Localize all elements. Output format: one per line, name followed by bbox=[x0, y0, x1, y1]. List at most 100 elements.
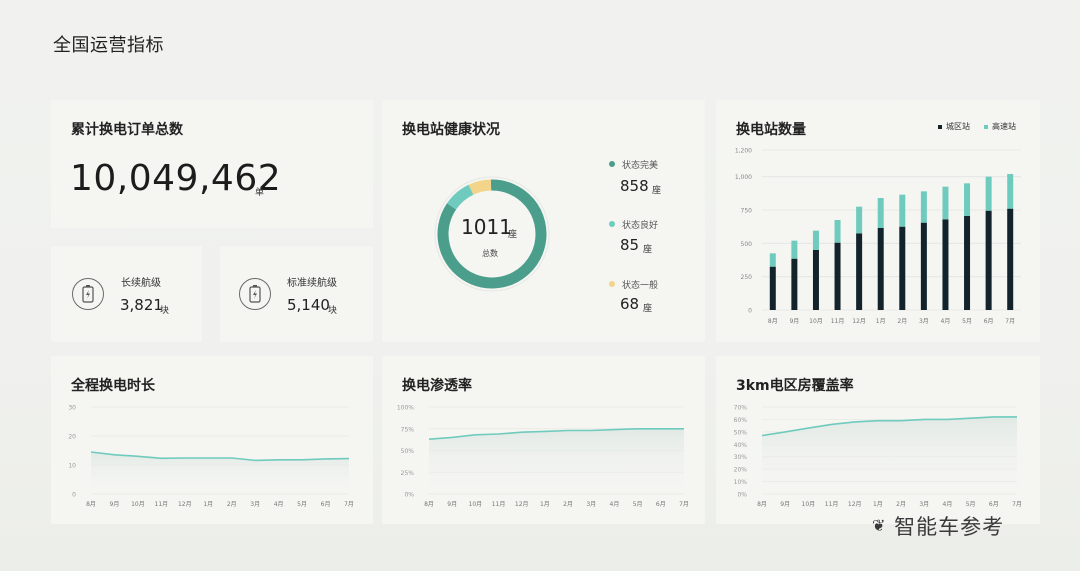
legend-dot-perfect bbox=[609, 161, 615, 167]
health-card: 换电站健康状况 1011 座 总数 状态完美 858 座 状态良好 85 座 状… bbox=[382, 100, 705, 342]
bar-segment bbox=[920, 191, 927, 223]
x-tick-label: 3月 bbox=[586, 501, 596, 508]
donut-center-subtitle: 总数 bbox=[482, 249, 498, 258]
y-tick-label: 30 bbox=[68, 405, 76, 412]
bar-segment bbox=[942, 186, 949, 220]
duration-card: 全程换电时长 0 10 20 30 8月 9月 10月 11月 12月 1月 2月 3月 4月 5月 6月 7… bbox=[51, 356, 373, 524]
duration-line-chart: 0 10 20 30 8月 9月 10月 11月 12月 1月 2月 3月 4月 5月 6月 7月 bbox=[68, 405, 354, 509]
legend-dot-average bbox=[609, 281, 615, 287]
legend-label-good: 状态良好 bbox=[622, 221, 659, 231]
long-range-label: 长续航级 bbox=[121, 278, 161, 289]
x-tick-label: 6月 bbox=[989, 501, 999, 508]
y-tick-label: 0% bbox=[737, 492, 747, 499]
watermark: ❦ 智能车参考 bbox=[872, 511, 1004, 541]
bar-segment bbox=[791, 240, 798, 259]
penetration-line-chart: 0% 25% 50% 75% 100% 8月 9月 10月 11月 12月 1月 2月 3月 4月 5月 6月… bbox=[397, 405, 689, 509]
total-orders-title: 累计换电订单总数 bbox=[71, 122, 183, 138]
y-tick-label: 1,200 bbox=[735, 148, 752, 155]
legend-unit-perfect: 座 bbox=[652, 186, 662, 196]
donut-center-value: 1011 bbox=[461, 215, 512, 239]
y-tick-label: 0 bbox=[748, 308, 752, 315]
x-tick-label: 10月 bbox=[802, 501, 816, 508]
watermark-text: 智能车参考 bbox=[894, 515, 1005, 539]
bar-segment bbox=[856, 233, 863, 310]
station-count-card: 换电站数量 城区站 高速站 0 250 500 750 1,000 1,200 8月 9月 10… bbox=[716, 100, 1040, 342]
x-tick-label: 8月 bbox=[424, 501, 434, 508]
x-tick-label: 3月 bbox=[250, 501, 260, 508]
bar-segment bbox=[985, 210, 992, 310]
bar-segment bbox=[920, 222, 927, 310]
coverage-card: 3km电区房覆盖率 0% 10% 20% 30% 40% 50% 60% 70% 8月 9月 10月… bbox=[716, 356, 1040, 524]
standard-range-value: 5,140 bbox=[287, 296, 330, 314]
x-tick-label: 3月 bbox=[919, 501, 929, 508]
donut-slice bbox=[468, 179, 492, 195]
x-tick-label: 12月 bbox=[178, 501, 192, 508]
penetration-card: 换电渗透率 0% 25% 50% 75% 100% 8月 9月 10月 11月 12月 1月 2月 3月… bbox=[382, 356, 705, 524]
donut-slice bbox=[447, 184, 474, 210]
standard-range-unit: 块 bbox=[328, 306, 338, 316]
x-tick-label: 12月 bbox=[515, 501, 529, 508]
y-tick-label: 20 bbox=[68, 434, 76, 441]
area-fill bbox=[429, 428, 684, 494]
total-orders-value: 10,049,462 bbox=[70, 158, 282, 199]
x-tick-label: 9月 bbox=[780, 501, 790, 508]
y-tick-label: 250 bbox=[741, 274, 753, 281]
long-range-card: 长续航级 3,821 块 bbox=[51, 246, 202, 342]
y-tick-label: 20% bbox=[734, 467, 748, 474]
x-tick-label: 7月 bbox=[679, 501, 689, 508]
y-tick-label: 70% bbox=[734, 405, 748, 412]
x-tick-label: 7月 bbox=[1012, 501, 1022, 508]
long-range-unit: 块 bbox=[160, 306, 170, 316]
bar-segment bbox=[1007, 174, 1014, 209]
legend-dot-good bbox=[609, 221, 615, 227]
bar-segment bbox=[834, 242, 841, 310]
x-tick-label: 2月 bbox=[897, 318, 907, 325]
x-tick-label: 8月 bbox=[757, 501, 767, 508]
legend-unit-average: 座 bbox=[643, 304, 653, 314]
y-tick-label: 10 bbox=[68, 463, 76, 470]
bar-segment bbox=[856, 206, 863, 234]
x-tick-label: 7月 bbox=[1005, 318, 1015, 325]
x-tick-label: 12月 bbox=[848, 501, 862, 508]
x-tick-label: 3月 bbox=[919, 318, 929, 325]
y-tick-label: 75% bbox=[401, 426, 415, 433]
x-tick-label: 11月 bbox=[492, 501, 506, 508]
legend-unit-good: 座 bbox=[643, 245, 653, 255]
y-tick-label: 25% bbox=[401, 470, 415, 477]
bar-segment bbox=[899, 226, 906, 310]
bar-segment bbox=[812, 250, 819, 310]
battery-icon bbox=[72, 278, 104, 310]
x-tick-label: 1月 bbox=[876, 318, 886, 325]
standard-range-label: 标准续航级 bbox=[287, 278, 337, 289]
y-tick-label: 750 bbox=[741, 208, 753, 215]
y-tick-label: 500 bbox=[741, 241, 753, 248]
legend-label-perfect: 状态完美 bbox=[622, 161, 659, 171]
y-tick-label: 60% bbox=[734, 417, 748, 424]
bar-segment bbox=[791, 258, 798, 310]
total-orders-card: 累计换电订单总数 10,049,462 单 bbox=[51, 100, 373, 228]
x-tick-label: 10月 bbox=[809, 318, 823, 325]
watermark-icon: ❦ bbox=[872, 516, 887, 535]
x-tick-label: 6月 bbox=[984, 318, 994, 325]
bar-segment bbox=[877, 228, 884, 310]
x-tick-label: 1月 bbox=[540, 501, 550, 508]
x-tick-label: 5月 bbox=[966, 501, 976, 508]
x-tick-label: 5月 bbox=[633, 501, 643, 508]
bar-segment bbox=[812, 230, 819, 250]
bar-segment bbox=[964, 183, 971, 216]
x-tick-label: 4月 bbox=[610, 501, 620, 508]
x-tick-label: 2月 bbox=[227, 501, 237, 508]
standard-range-card: 标准续航级 5,140 块 bbox=[220, 246, 373, 342]
y-tick-label: 0% bbox=[404, 492, 414, 499]
x-tick-label: 2月 bbox=[896, 501, 906, 508]
x-tick-label: 9月 bbox=[789, 318, 799, 325]
bar-segment bbox=[877, 198, 884, 228]
donut-center-unit: 座 bbox=[508, 230, 518, 240]
legend-value-good: 85 bbox=[620, 236, 640, 254]
page-title: 全国运营指标 bbox=[53, 35, 164, 56]
total-orders-unit: 单 bbox=[255, 188, 265, 198]
x-tick-label: 9月 bbox=[447, 501, 457, 508]
x-tick-label: 1月 bbox=[203, 501, 213, 508]
bar-segment bbox=[1007, 208, 1014, 310]
battery-icon bbox=[239, 278, 271, 310]
